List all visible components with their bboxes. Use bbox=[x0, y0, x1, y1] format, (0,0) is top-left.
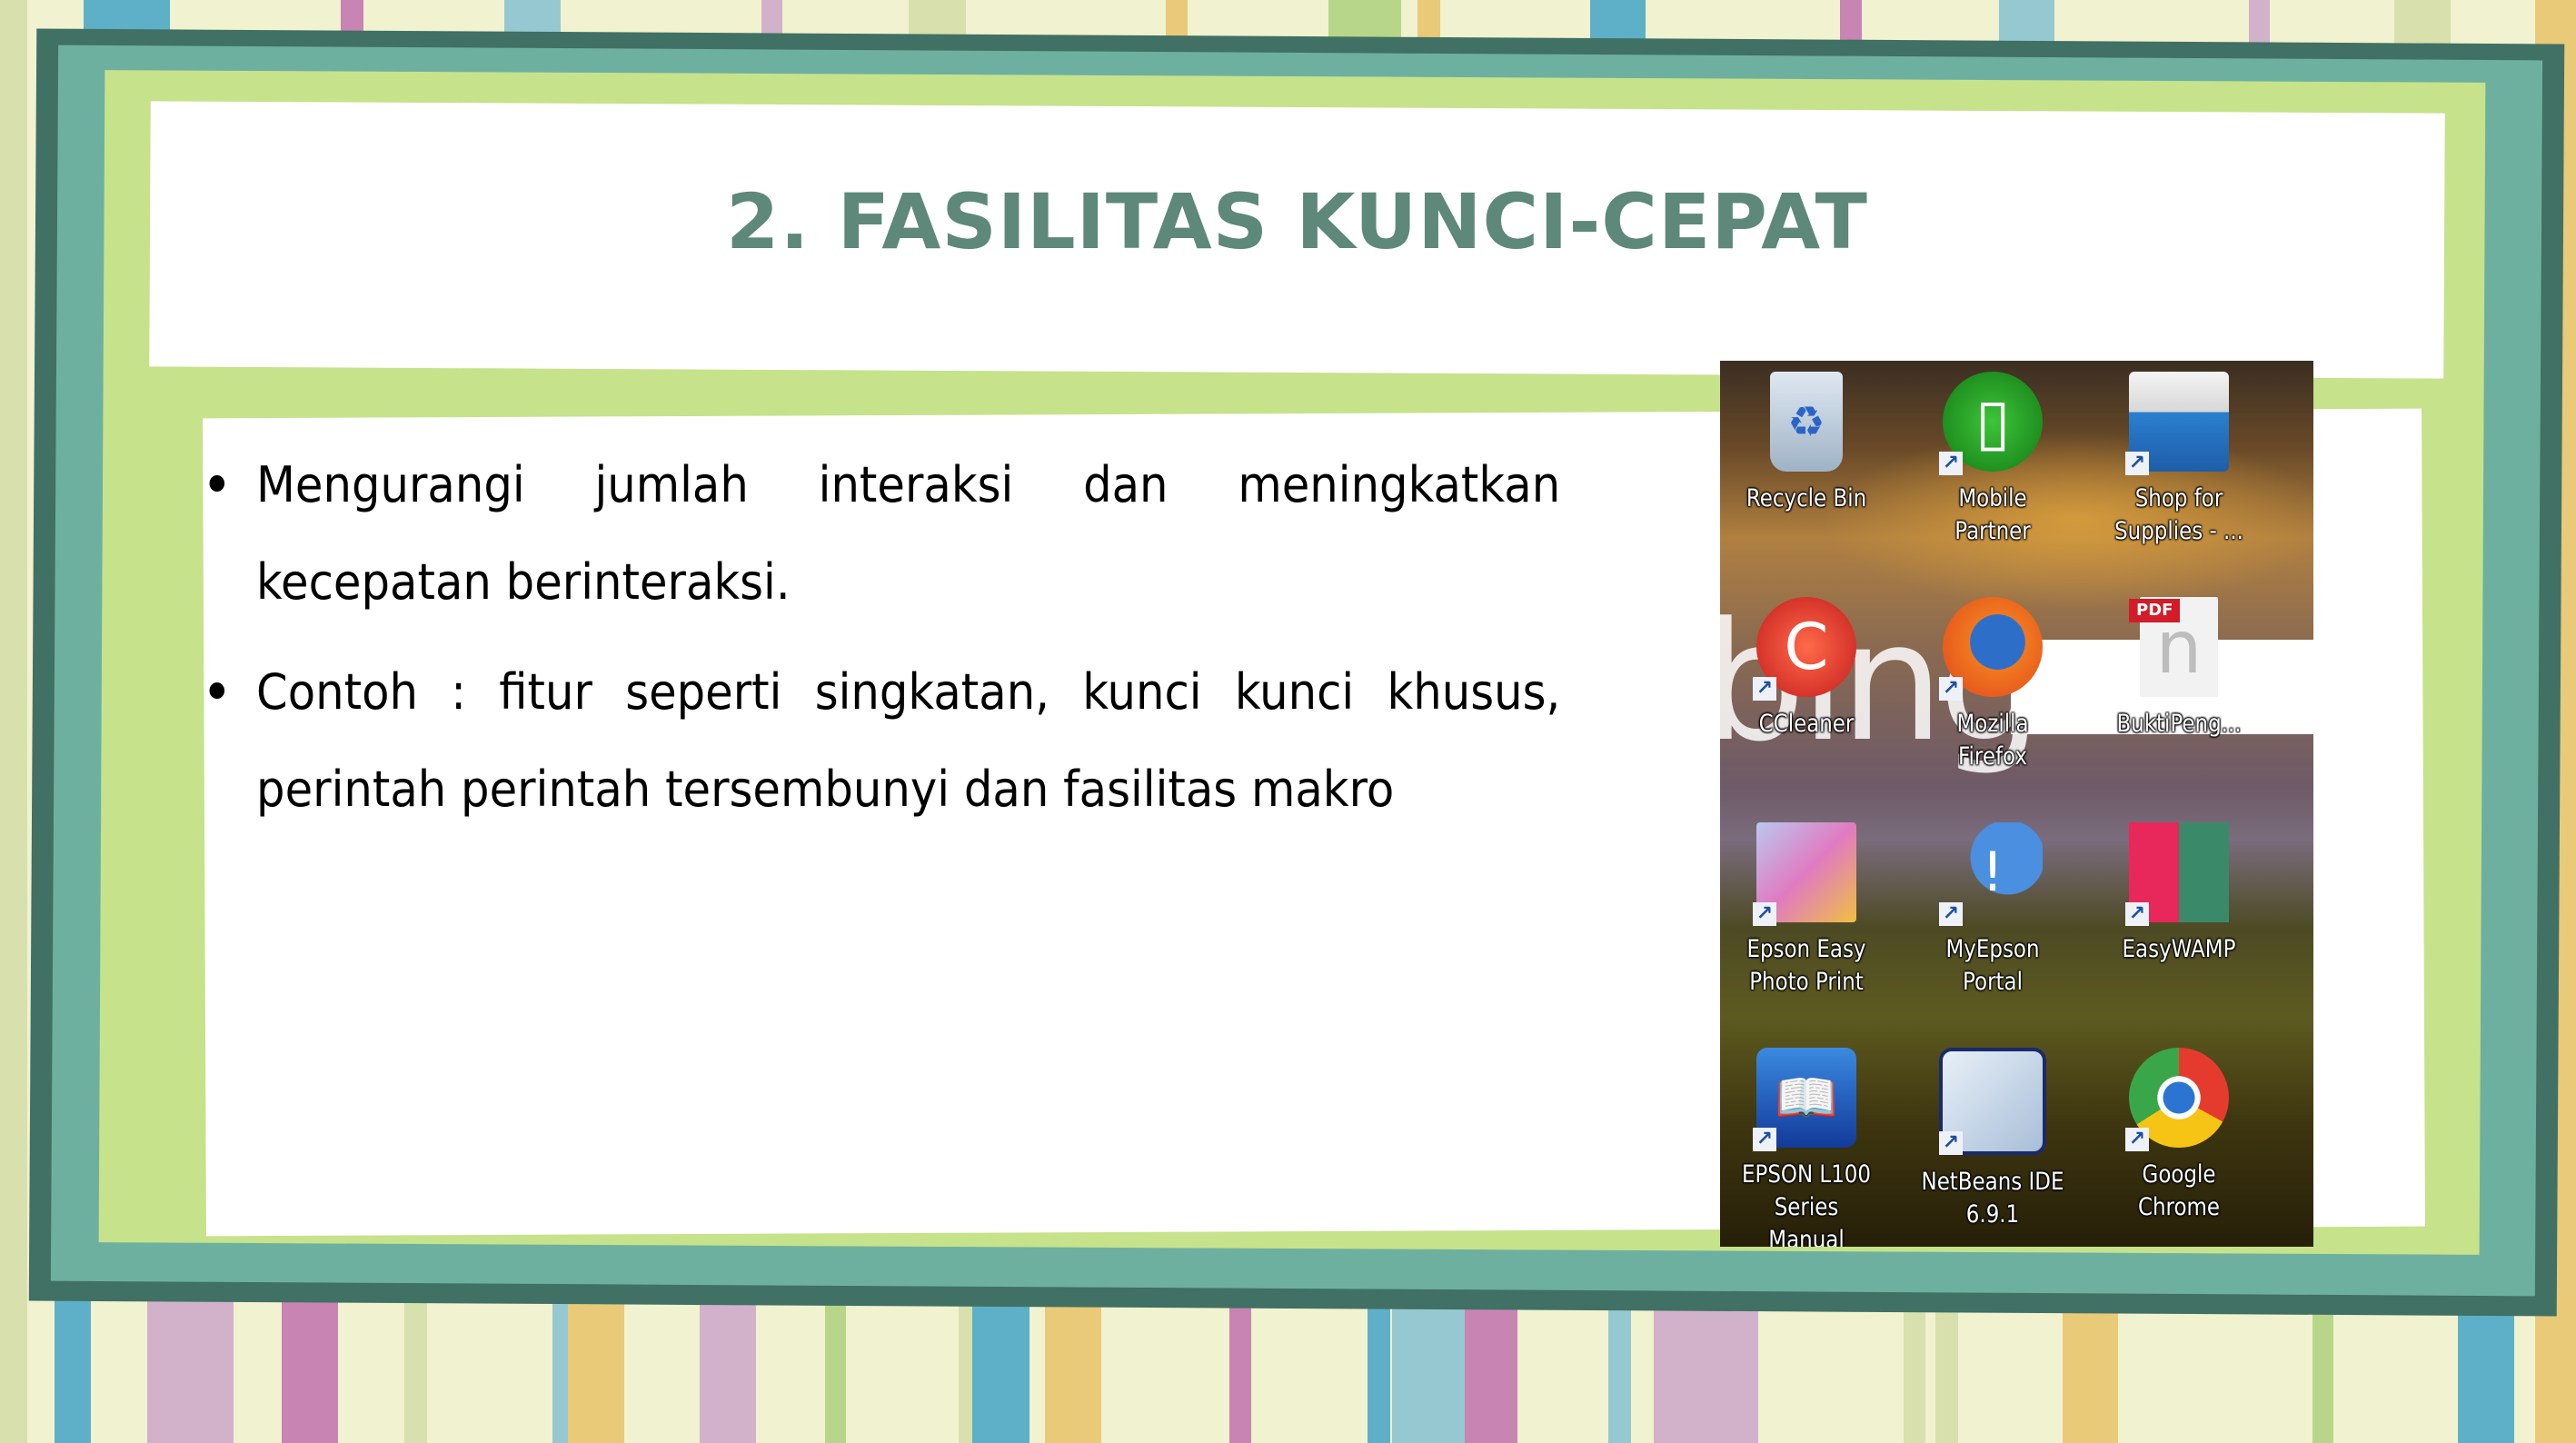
desktop-icon[interactable]: ! ↗ MyEpson Portal bbox=[1908, 822, 2077, 999]
desktop-icon[interactable]: 📖 ↗ EPSON L100 Series Manual bbox=[1722, 1048, 1891, 1247]
chrome-icon: ↗ bbox=[2125, 1048, 2229, 1151]
firefox-icon: ↗ bbox=[1939, 597, 2043, 701]
shortcut-arrow-icon: ↗ bbox=[1753, 677, 1776, 701]
desktop-icon-label: Epson Easy Photo Print bbox=[1746, 935, 1866, 996]
background-stripe bbox=[2312, 1299, 2333, 1443]
background-stripe bbox=[1704, 1290, 1758, 1443]
background-stripe bbox=[825, 1299, 846, 1443]
desktop-icon-label: Google Chrome bbox=[2137, 1160, 2221, 1221]
background-stripe bbox=[700, 1290, 756, 1443]
desktop-icon-label: EPSON L100 Series Manual bbox=[1741, 1160, 1872, 1247]
background-stripe bbox=[2063, 1299, 2118, 1443]
shortcut-arrow-icon: ↗ bbox=[1939, 902, 1963, 926]
ccleaner-icon: C ↗ bbox=[1753, 597, 1856, 701]
shortcut-arrow-icon: ↗ bbox=[1939, 677, 1963, 701]
desktop-icon-label: Shop for Supplies - ... bbox=[2114, 484, 2243, 545]
photo-print-icon: ↗ bbox=[1753, 822, 1856, 926]
bullet-item: Mengurangi jumlah interaksi dan meningka… bbox=[204, 436, 1560, 631]
recycle-bin-icon: ♻ bbox=[1770, 372, 1843, 472]
background-stripe bbox=[282, 1290, 338, 1443]
desktop-screenshot: bing ♻ Recycle Bin ▯ ↗ Mobile Partner ↗ Shop f… bbox=[1720, 361, 2313, 1247]
desktop-icon-label: Recycle Bin bbox=[1746, 484, 1867, 513]
background-stripe bbox=[1608, 1290, 1631, 1443]
background-stripe bbox=[1481, 1299, 1504, 1443]
printer-icon: ↗ bbox=[2125, 372, 2229, 475]
shortcut-arrow-icon: ↗ bbox=[2125, 1128, 2149, 1151]
background-stripe bbox=[2458, 1299, 2514, 1443]
desktop-icon[interactable]: ↗ Epson Easy Photo Print bbox=[1722, 822, 1891, 999]
shortcut-arrow-icon: ↗ bbox=[2125, 452, 2149, 475]
background-stripe bbox=[1654, 1299, 1709, 1443]
bullet-dot-icon bbox=[209, 475, 225, 492]
background-stripe bbox=[1368, 1290, 1390, 1443]
desktop-icon-label: Mobile Partner bbox=[1954, 484, 2031, 545]
background-stripe bbox=[568, 1299, 624, 1443]
shortcut-arrow-icon: ↗ bbox=[1753, 902, 1776, 926]
shortcut-arrow-icon: ↗ bbox=[1939, 452, 1963, 475]
background-stripe bbox=[1392, 1299, 1465, 1443]
pdf-file-icon: n PDF bbox=[2129, 597, 2218, 697]
desktop-icon-label: BuktiPeng... bbox=[2116, 710, 2242, 738]
netbeans-icon: ↗ bbox=[1939, 1048, 2046, 1155]
pdf-badge: PDF bbox=[2129, 599, 2181, 622]
background-stripe bbox=[1935, 1290, 1958, 1443]
desktop-icon-label: NetBeans IDE 6.9.1 bbox=[1921, 1168, 2064, 1229]
myepson-portal-icon: ! ↗ bbox=[1939, 822, 2043, 926]
desktop-icon[interactable]: ↗ Shop for Supplies - ... bbox=[2094, 372, 2263, 548]
desktop-icon[interactable]: ↗ NetBeans IDE 6.9.1 bbox=[1908, 1048, 2077, 1231]
desktop-icon[interactable]: ▯ ↗ Mobile Partner bbox=[1908, 372, 2077, 548]
bullet-item: Contoh : fitur seperti singkatan, kunci … bbox=[204, 643, 1560, 838]
desktop-icon[interactable]: ♻ Recycle Bin bbox=[1722, 372, 1891, 515]
desktop-icon[interactable]: ↗ Google Chrome bbox=[2094, 1048, 2263, 1224]
background-stripe bbox=[64, 1299, 91, 1443]
shortcut-arrow-icon: ↗ bbox=[1753, 1128, 1776, 1151]
bullet-text: Contoh : fitur seperti singkatan, kunci … bbox=[256, 663, 1561, 818]
desktop-icon-label: EasyWAMP bbox=[2122, 935, 2236, 963]
background-stripe bbox=[147, 1299, 234, 1443]
manual-icon: 📖 ↗ bbox=[1753, 1048, 1856, 1151]
desktop-icon[interactable]: ↗ Mozilla Firefox bbox=[1908, 597, 2077, 773]
desktop-icon-label: CCleaner bbox=[1758, 710, 1855, 738]
shortcut-arrow-icon: ↗ bbox=[1939, 1131, 1963, 1155]
desktop-icon-label: Mozilla Firefox bbox=[1956, 710, 2029, 771]
desktop-icon[interactable]: ↗ EasyWAMP bbox=[2094, 822, 2263, 966]
bullet-dot-icon bbox=[209, 682, 225, 699]
background-stripe bbox=[404, 1299, 427, 1443]
bullet-text: Mengurangi jumlah interaksi dan meningka… bbox=[256, 456, 1561, 611]
background-stripe bbox=[972, 1299, 1029, 1443]
bullet-list: Mengurangi jumlah interaksi dan meningka… bbox=[204, 436, 1560, 851]
desktop-icon[interactable]: n PDF BuktiPeng... bbox=[2094, 597, 2263, 741]
shortcut-arrow-icon: ↗ bbox=[2125, 902, 2149, 926]
background-stripe bbox=[1904, 1299, 1925, 1443]
mobile-partner-icon: ▯ ↗ bbox=[1939, 372, 2043, 475]
desktop-icon[interactable]: C ↗ CCleaner bbox=[1722, 597, 1891, 741]
background-stripe bbox=[1045, 1290, 1101, 1443]
easywamp-icon: ↗ bbox=[2125, 822, 2229, 926]
desktop-icon-label: MyEpson Portal bbox=[1945, 935, 2040, 996]
slide-title: 2. FASILITAS KUNCI-CEPAT bbox=[726, 177, 1868, 266]
background-stripe bbox=[0, 0, 27, 1443]
background-stripe bbox=[1229, 1299, 1251, 1443]
